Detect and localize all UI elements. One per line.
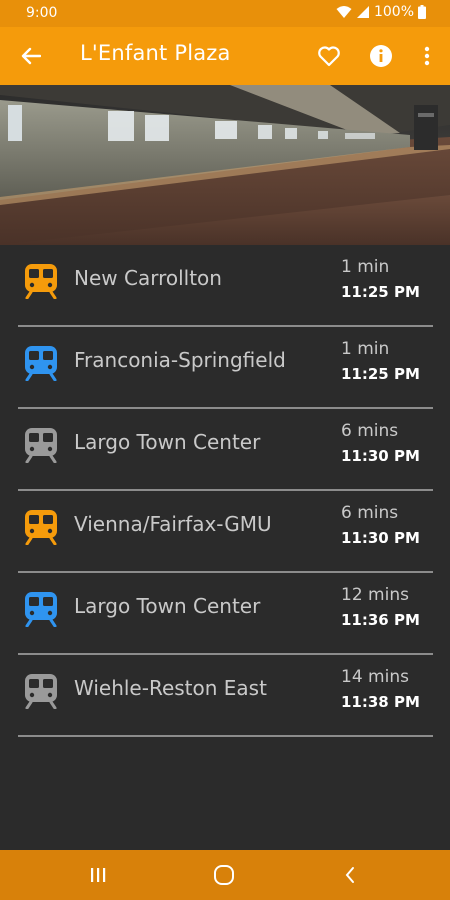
station-title: L'Enfant Plaza bbox=[80, 41, 231, 65]
train-icon bbox=[25, 510, 57, 545]
train-icon bbox=[25, 428, 57, 463]
train-icon bbox=[25, 264, 57, 299]
home-button[interactable] bbox=[210, 862, 238, 888]
arrival-time: 11:25 PM bbox=[341, 365, 420, 383]
more-vertical-icon bbox=[424, 46, 430, 66]
eta-minutes: 1 min bbox=[341, 257, 390, 277]
eta-minutes: 14 mins bbox=[341, 667, 409, 687]
destination-label: Franconia-Springfield bbox=[74, 348, 286, 372]
heart-outline-icon bbox=[318, 46, 340, 67]
arrival-time: 11:38 PM bbox=[341, 693, 420, 711]
wifi-icon bbox=[336, 6, 352, 18]
arrival-time: 11:30 PM bbox=[341, 529, 420, 547]
train-icon bbox=[25, 674, 57, 709]
home-circle-icon bbox=[214, 865, 234, 885]
arrival-row[interactable]: Wiehle-Reston East 14 mins 11:38 PM bbox=[18, 655, 433, 737]
eta-minutes: 1 min bbox=[341, 339, 390, 359]
info-circle-icon bbox=[370, 45, 392, 67]
battery-percent: 100% bbox=[373, 4, 414, 20]
eta-minutes: 6 mins bbox=[341, 421, 399, 441]
more-options-button[interactable] bbox=[412, 41, 442, 71]
arrivals-list: New Carrollton 1 min 11:25 PM Franconia-… bbox=[18, 245, 433, 737]
info-button[interactable] bbox=[366, 41, 396, 71]
arrival-time: 11:25 PM bbox=[341, 283, 420, 301]
train-icon bbox=[25, 592, 57, 627]
status-icons: 100% bbox=[336, 4, 426, 20]
arrow-left-icon bbox=[21, 47, 41, 65]
battery-icon bbox=[418, 5, 426, 19]
destination-label: Vienna/Fairfax-GMU bbox=[74, 512, 272, 536]
arrival-row[interactable]: New Carrollton 1 min 11:25 PM bbox=[18, 245, 433, 327]
arrival-row[interactable]: Largo Town Center 6 mins 11:30 PM bbox=[18, 409, 433, 491]
destination-label: Wiehle-Reston East bbox=[74, 676, 267, 700]
favorite-button[interactable] bbox=[314, 41, 344, 71]
status-bar: 9:00 100% bbox=[0, 0, 450, 27]
system-nav-bar bbox=[0, 850, 450, 900]
back-button[interactable] bbox=[16, 41, 46, 71]
nav-back-button[interactable] bbox=[336, 862, 364, 888]
app-bar: L'Enfant Plaza bbox=[0, 27, 450, 85]
arrival-time: 11:30 PM bbox=[341, 447, 420, 465]
arrival-row[interactable]: Franconia-Springfield 1 min 11:25 PM bbox=[18, 327, 433, 409]
eta-minutes: 12 mins bbox=[341, 585, 409, 605]
station-photo bbox=[0, 85, 450, 245]
destination-label: Largo Town Center bbox=[74, 430, 261, 454]
recents-button[interactable] bbox=[84, 862, 112, 888]
arrival-time: 11:36 PM bbox=[341, 611, 420, 629]
eta-minutes: 6 mins bbox=[341, 503, 399, 523]
arrival-row[interactable]: Vienna/Fairfax-GMU 6 mins 11:30 PM bbox=[18, 491, 433, 573]
recent-apps-icon bbox=[91, 868, 106, 882]
nav-back-chevron-icon bbox=[345, 867, 354, 883]
destination-label: Largo Town Center bbox=[74, 594, 261, 618]
destination-label: New Carrollton bbox=[74, 266, 222, 290]
signal-icon bbox=[356, 6, 369, 18]
arrival-row[interactable]: Largo Town Center 12 mins 11:36 PM bbox=[18, 573, 433, 655]
train-icon bbox=[25, 346, 57, 381]
status-time: 9:00 bbox=[26, 5, 58, 21]
